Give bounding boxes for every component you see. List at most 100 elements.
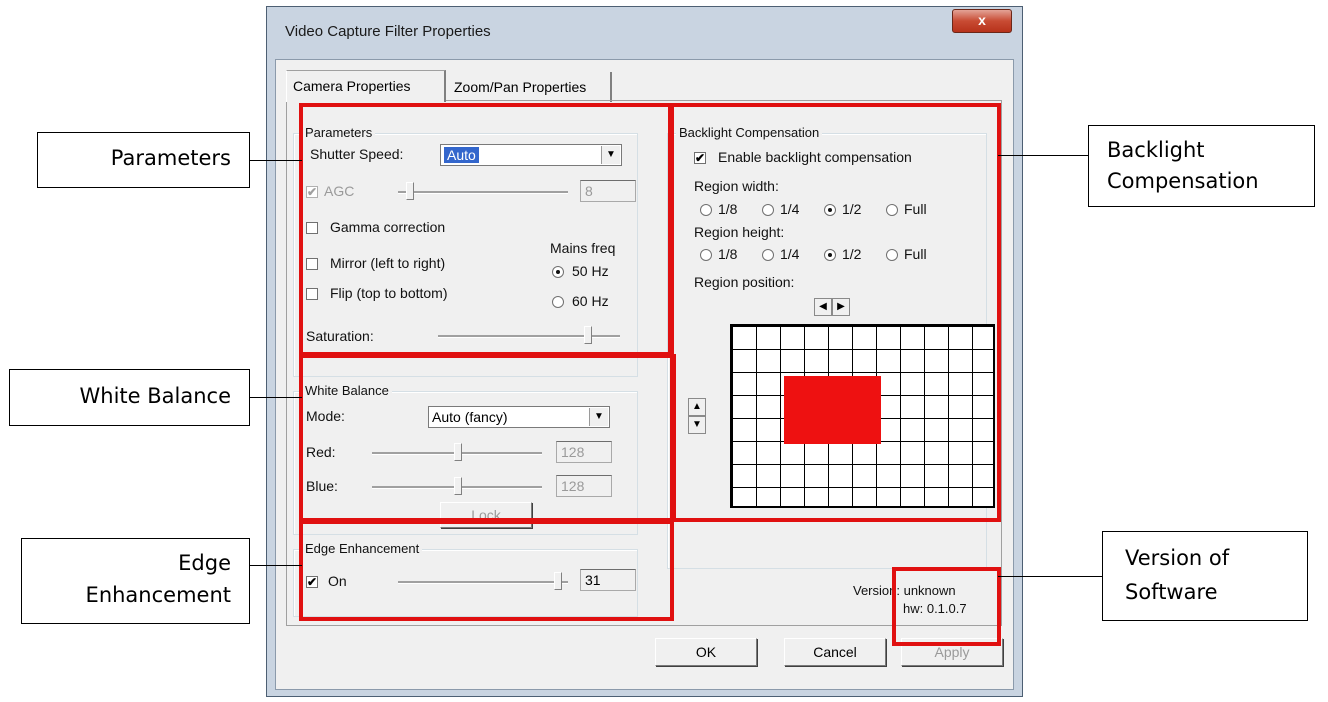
wb-red-label: Red: [306, 444, 336, 460]
saturation-slider-track[interactable] [438, 335, 620, 338]
wb-mode-label: Mode: [306, 408, 345, 424]
dialog-client: Camera Properties Zoom/Pan Properties Pa… [275, 59, 1014, 690]
width-radio-1-8[interactable] [700, 204, 712, 216]
tab-zoom-pan-properties[interactable]: Zoom/Pan Properties [448, 72, 612, 102]
mirror-label: Mirror (left to right) [330, 255, 446, 271]
callout-parameters: Parameters [37, 132, 250, 188]
chevron-down-icon[interactable]: ▼ [589, 408, 608, 426]
height-radio-full[interactable] [886, 249, 898, 261]
version-label: Version: unknown [853, 583, 956, 598]
enable-backlight-checkbox[interactable]: ✔ [694, 152, 706, 164]
width-radio-full[interactable] [886, 204, 898, 216]
mains-freq-label: Mains freq [550, 240, 616, 256]
tab-camera-properties[interactable]: Camera Properties [286, 70, 446, 102]
down-arrow-icon[interactable]: ▼ [688, 416, 706, 434]
mains-60hz-label: 60 Hz [572, 293, 609, 309]
edge-enhancement-legend: Edge Enhancement [302, 541, 423, 556]
edge-on-label: On [328, 573, 347, 589]
enable-backlight-label: Enable backlight compensation [718, 149, 912, 165]
mains-60hz-radio[interactable] [552, 296, 564, 308]
region-position-label: Region position: [694, 274, 795, 290]
white-balance-legend: White Balance [302, 383, 392, 398]
flip-label: Flip (top to bottom) [330, 285, 448, 301]
shutter-speed-label: Shutter Speed: [310, 146, 404, 162]
width-option-1-2: 1/2 [842, 201, 862, 217]
up-arrow-icon[interactable]: ▲ [688, 398, 706, 416]
width-radio-1-2[interactable] [824, 204, 836, 216]
mains-50hz-radio[interactable] [552, 266, 564, 278]
height-option-full: Full [904, 246, 927, 262]
mains-50hz-label: 50 Hz [572, 263, 609, 279]
callout-edge-text-1: Edge [178, 551, 231, 575]
white-balance-group: White Balance Mode: Auto (fancy) ▼ Red: … [293, 383, 638, 535]
width-option-1-4: 1/4 [780, 201, 800, 217]
callout-version-text-2: Software [1125, 580, 1218, 604]
gamma-checkbox[interactable] [306, 222, 318, 234]
region-height-label: Region height: [694, 224, 785, 240]
wb-blue-slider-thumb[interactable] [454, 477, 462, 495]
leader-backlight [998, 155, 1088, 156]
agc-value-field[interactable]: 8 [580, 180, 636, 202]
close-button[interactable]: x [952, 9, 1012, 33]
title-bar[interactable]: Video Capture Filter Properties x [267, 7, 1022, 59]
callout-edge-enhancement: Edge Enhancement [21, 538, 250, 624]
wb-blue-label: Blue: [306, 478, 338, 494]
agc-slider-track[interactable] [398, 191, 568, 194]
wb-red-slider-thumb[interactable] [454, 443, 462, 461]
height-option-1-2: 1/2 [842, 246, 862, 262]
edge-value-field[interactable]: 31 [580, 569, 636, 591]
leader-version [998, 576, 1102, 577]
leader-white-balance [250, 397, 302, 398]
region-width-label: Region width: [694, 178, 779, 194]
edge-on-checkbox[interactable]: ✔ [306, 576, 318, 588]
shutter-speed-select[interactable]: Auto ▼ [440, 144, 622, 166]
apply-button[interactable]: Apply [901, 638, 1003, 666]
wb-blue-value-field[interactable]: 128 [556, 475, 612, 497]
agc-label: AGC [324, 183, 355, 199]
region-highlight [784, 376, 881, 444]
edge-slider-thumb[interactable] [554, 572, 562, 590]
wb-red-value-field[interactable]: 128 [556, 441, 612, 463]
chevron-down-icon[interactable]: ▼ [601, 146, 620, 164]
callout-white-balance-text: White Balance [79, 384, 232, 408]
cancel-button[interactable]: Cancel [784, 638, 886, 666]
wb-mode-select[interactable]: Auto (fancy) ▼ [428, 406, 610, 428]
height-radio-1-8[interactable] [700, 249, 712, 261]
parameters-legend: Parameters [302, 125, 376, 140]
parameters-group: Parameters Shutter Speed: Auto ▼ ✔ AGC 8… [293, 125, 638, 377]
leader-parameters [250, 160, 302, 161]
left-arrow-icon[interactable]: ◀ [814, 298, 832, 316]
backlight-compensation-group: Backlight Compensation ✔ Enable backligh… [667, 125, 995, 569]
flip-checkbox[interactable] [306, 288, 318, 300]
height-option-1-8: 1/8 [718, 246, 738, 262]
saturation-slider-thumb[interactable] [584, 326, 592, 344]
leader-edge [250, 565, 302, 566]
callout-white-balance: White Balance [9, 369, 250, 426]
wb-mode-value: Auto (fancy) [432, 409, 508, 425]
agc-slider-thumb[interactable] [406, 182, 414, 200]
edge-slider-track[interactable] [398, 581, 568, 584]
edge-enhancement-group: Edge Enhancement ✔ On 31 [293, 541, 638, 617]
width-option-1-8: 1/8 [718, 201, 738, 217]
width-radio-1-4[interactable] [762, 204, 774, 216]
height-radio-1-2[interactable] [824, 249, 836, 261]
right-arrow-icon[interactable]: ▶ [832, 298, 850, 316]
mirror-checkbox[interactable] [306, 258, 318, 270]
backlight-legend: Backlight Compensation [676, 125, 823, 140]
saturation-label: Saturation: [306, 328, 374, 344]
dialog-window: Video Capture Filter Properties x Camera… [266, 6, 1023, 697]
window-title: Video Capture Filter Properties [285, 23, 491, 40]
callout-backlight-text-1: Backlight [1107, 138, 1205, 162]
gamma-label: Gamma correction [330, 219, 446, 235]
agc-checkbox[interactable]: ✔ [306, 186, 318, 198]
height-radio-1-4[interactable] [762, 249, 774, 261]
ok-button[interactable]: OK [655, 638, 757, 666]
shutter-speed-value: Auto [444, 147, 479, 163]
hw-version-label: hw: 0.1.0.7 [903, 601, 967, 616]
width-option-full: Full [904, 201, 927, 217]
callout-version-text-1: Version of [1125, 546, 1230, 570]
callout-backlight: Backlight Compensation [1088, 125, 1315, 207]
callout-parameters-text: Parameters [110, 146, 231, 170]
lock-button[interactable]: Lock [440, 502, 532, 528]
callout-backlight-text-2: Compensation [1107, 169, 1259, 193]
